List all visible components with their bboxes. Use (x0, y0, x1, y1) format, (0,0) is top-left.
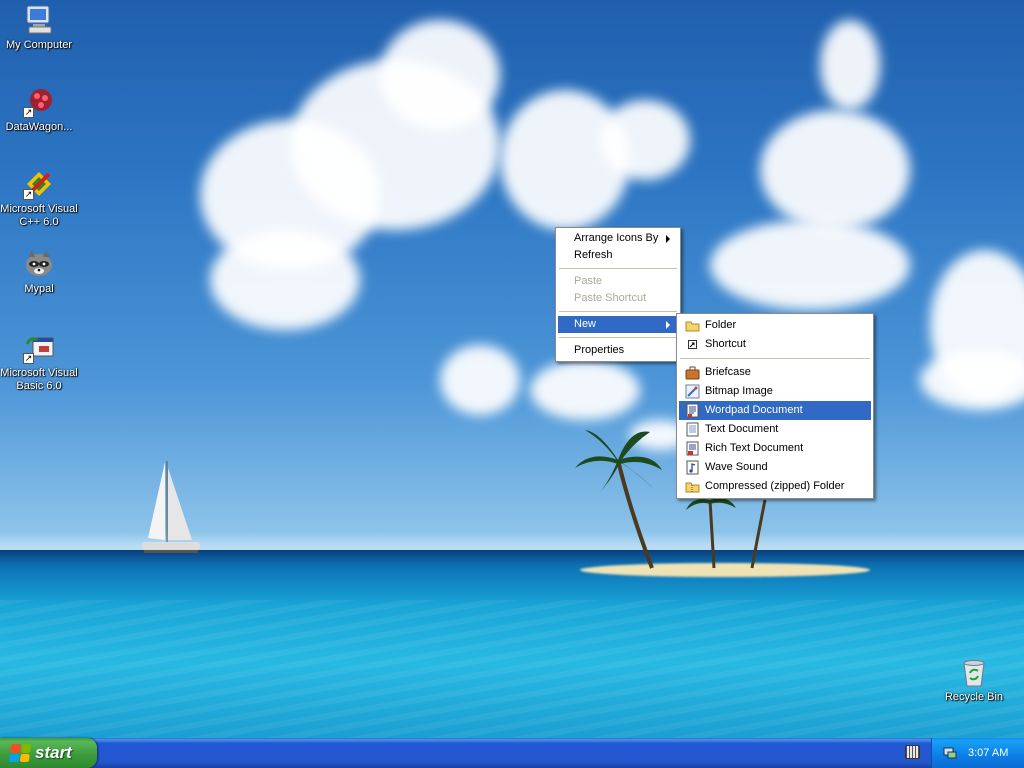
menu-item-label: Text Document (705, 423, 779, 435)
my-computer-icon (23, 4, 55, 36)
cloud (710, 220, 910, 310)
cloud (600, 100, 690, 180)
menu-item-arrange-icons-by[interactable]: Arrange Icons By (558, 230, 678, 247)
desktop-icon-label: Microsoft Visual C++ 6.0 (0, 203, 78, 228)
menu-item-label: New (574, 318, 597, 330)
windows-logo-icon (8, 744, 32, 762)
menu-item-label: Paste Shortcut (574, 292, 647, 304)
menu-item-properties[interactable]: Properties (558, 342, 678, 359)
bitmap-image-icon (685, 384, 700, 399)
menu-item-new-briefcase[interactable]: Briefcase (679, 363, 871, 382)
new-submenu: Folder Shortcut Briefcase Bitmap Image W… (676, 313, 874, 499)
start-label: start (35, 743, 72, 762)
visual-basic-icon: ↗ (23, 332, 55, 364)
menu-item-new-text-document[interactable]: Text Document (679, 420, 871, 439)
shortcut-arrow-icon: ↗ (23, 189, 34, 200)
cloud (820, 20, 880, 110)
shortcut-arrow-icon: ↗ (23, 353, 34, 364)
sea-shimmer (0, 600, 1024, 738)
wave-sound-icon (685, 460, 700, 475)
taskbar: start 3:07 AM (0, 738, 1024, 768)
menu-item-label: Properties (574, 344, 625, 356)
desktop-icon-label: Mypal (24, 283, 54, 295)
menu-separator (559, 311, 677, 312)
menu-item-label: Wordpad Document (705, 404, 803, 416)
menu-item-new[interactable]: New (558, 316, 678, 333)
submenu-arrow-icon (666, 235, 670, 243)
menu-item-label: Wave Sound (705, 461, 768, 473)
desktop-icon-mypal[interactable]: Mypal (0, 248, 78, 296)
menu-item-paste-shortcut[interactable]: Paste Shortcut (558, 290, 678, 307)
desktop-icon-label: DataWagon... (5, 121, 73, 133)
menu-separator (680, 358, 870, 359)
clock[interactable]: 3:07 AM (968, 747, 1008, 759)
mypal-raccoon-icon (23, 248, 55, 280)
folder-icon (685, 318, 700, 333)
menu-separator (559, 337, 677, 338)
desktop-icon-label: Microsoft Visual Basic 6.0 (0, 367, 78, 392)
network-tray-icon[interactable] (942, 745, 958, 761)
menu-item-new-shortcut[interactable]: Shortcut (679, 335, 871, 354)
text-document-icon (685, 422, 700, 437)
desktop-icon-my-computer[interactable]: My Computer (0, 4, 78, 52)
menu-item-label: Arrange Icons By (574, 232, 659, 244)
desktop-icon-recycle-bin[interactable]: Recycle Bin (935, 656, 1013, 704)
desktop-icon-label: Recycle Bin (944, 691, 1004, 703)
menu-item-label: Briefcase (705, 366, 751, 378)
cloud (530, 360, 640, 420)
menu-item-new-bitmap-image[interactable]: Bitmap Image (679, 382, 871, 401)
start-button[interactable]: start (0, 738, 97, 768)
menu-item-label: Shortcut (705, 338, 746, 350)
keyboard-language-icon[interactable] (905, 745, 920, 759)
datawagon-icon: ↗ (23, 86, 55, 118)
menu-item-new-rich-text-document[interactable]: Rich Text Document (679, 439, 871, 458)
menu-item-new-wordpad-document[interactable]: Wordpad Document (679, 401, 871, 420)
submenu-arrow-icon (666, 321, 670, 329)
cloud (920, 350, 1024, 410)
desktop-context-menu: Arrange Icons By Refresh Paste Paste Sho… (555, 227, 681, 362)
menu-item-label: Rich Text Document (705, 442, 804, 454)
sailboat (142, 461, 200, 553)
menu-item-new-zipped-folder[interactable]: Compressed (zipped) Folder (679, 477, 871, 496)
menu-item-label: Folder (705, 319, 737, 331)
menu-item-label: Bitmap Image (705, 385, 773, 397)
desktop-icon-visual-cpp[interactable]: ↗ Microsoft Visual C++ 6.0 (0, 168, 78, 229)
desktop-icon-visual-basic[interactable]: ↗ Microsoft Visual Basic 6.0 (0, 332, 78, 393)
shortcut-arrow-icon: ↗ (23, 107, 34, 118)
desktop-icon-datawagon[interactable]: ↗ DataWagon... (0, 86, 78, 134)
rich-text-document-icon (685, 441, 700, 456)
menu-separator (559, 268, 677, 269)
shortcut-icon (685, 337, 700, 352)
menu-item-refresh[interactable]: Refresh (558, 247, 678, 264)
menu-item-paste[interactable]: Paste (558, 273, 678, 290)
cloud (210, 230, 360, 330)
cloud (380, 20, 500, 130)
briefcase-icon (685, 365, 700, 380)
recycle-bin-icon (958, 656, 990, 688)
menu-item-label: Refresh (574, 249, 613, 261)
zipped-folder-icon (685, 479, 700, 494)
visual-cpp-icon: ↗ (23, 168, 55, 200)
cloud (440, 345, 520, 415)
system-tray: 3:07 AM (931, 738, 1024, 768)
desktop-icon-label: My Computer (5, 39, 73, 51)
cloud (760, 110, 910, 230)
menu-item-new-folder[interactable]: Folder (679, 316, 871, 335)
menu-item-label: Paste (574, 275, 603, 287)
menu-item-new-wave-sound[interactable]: Wave Sound (679, 458, 871, 477)
menu-item-label: Compressed (zipped) Folder (705, 480, 845, 492)
wordpad-document-icon (685, 403, 700, 418)
